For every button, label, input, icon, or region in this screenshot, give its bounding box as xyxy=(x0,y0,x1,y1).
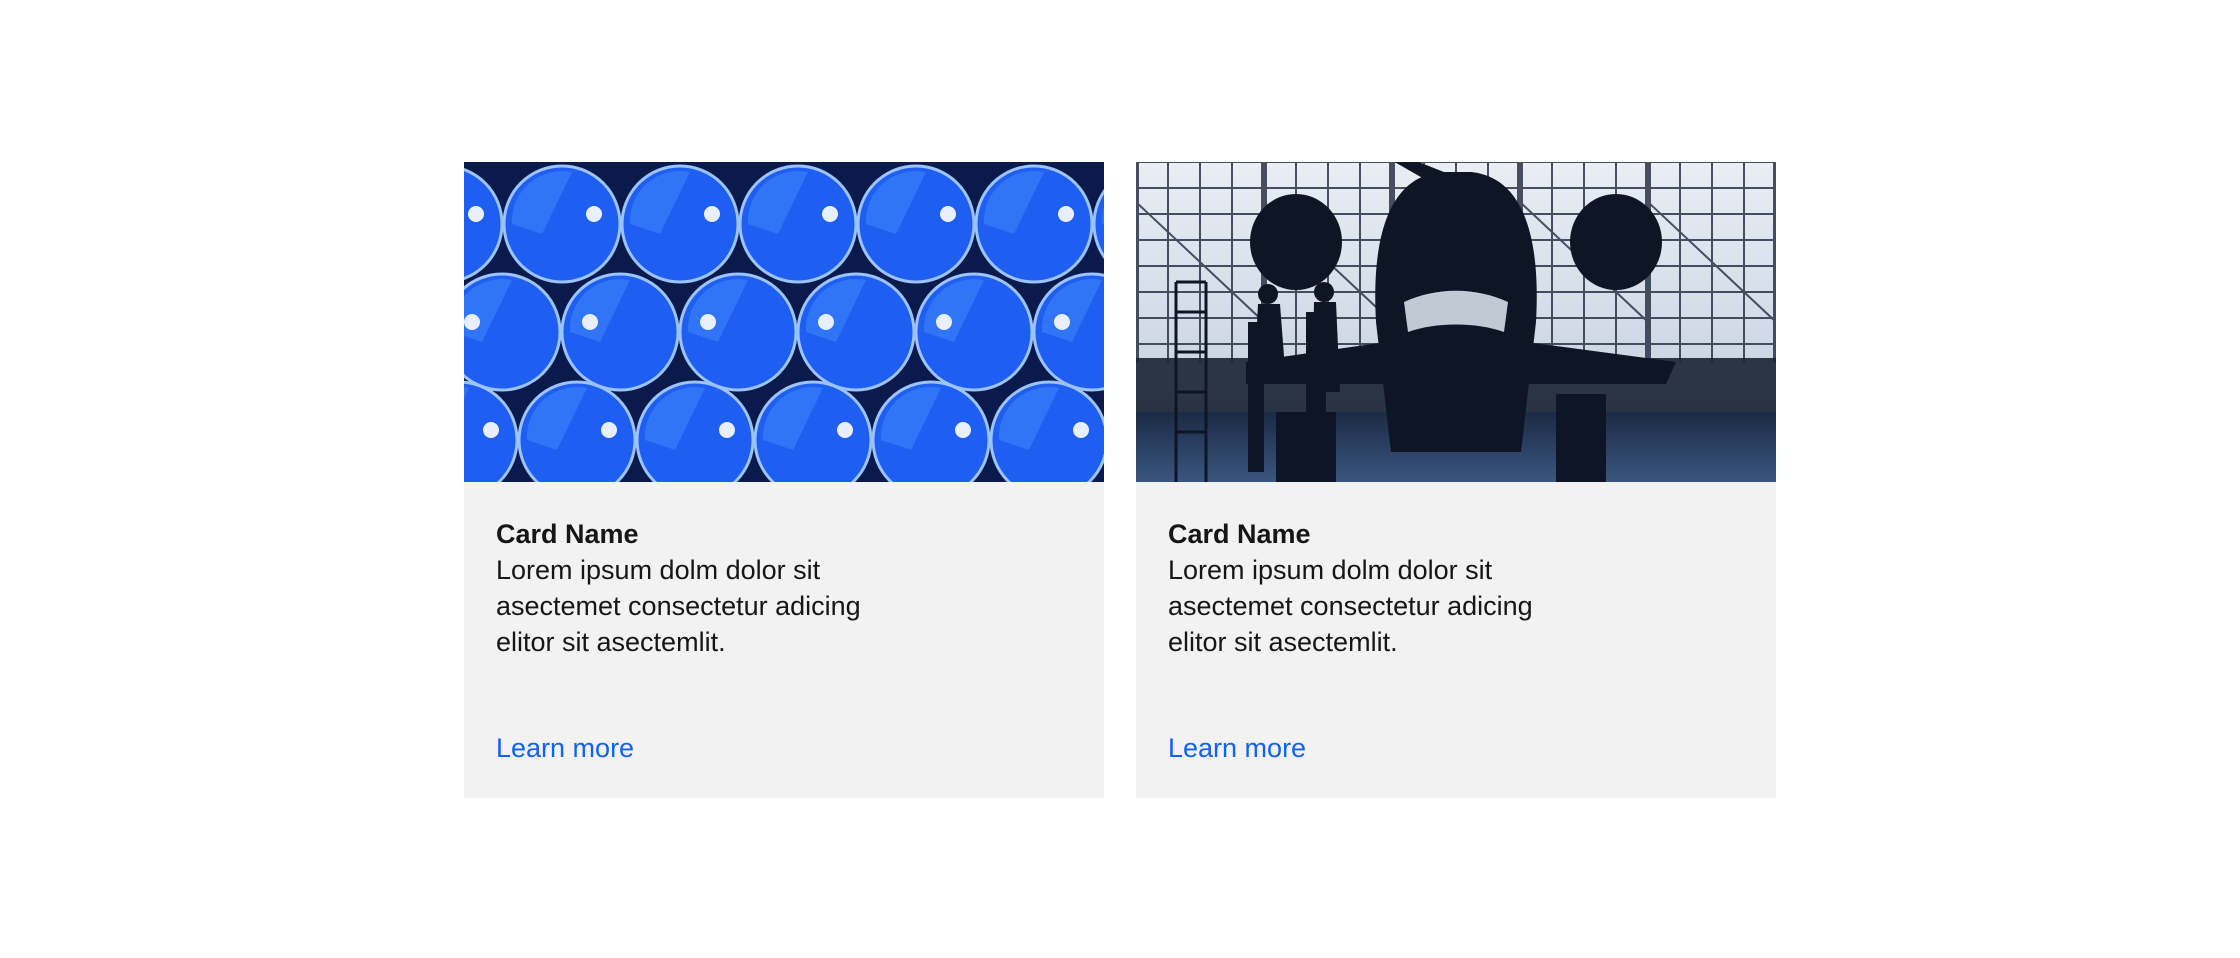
card-image xyxy=(464,162,1104,482)
card-content: Card Name Lorem ipsum dolm dolor sit ase… xyxy=(1136,482,1776,660)
learn-more-link[interactable]: Learn more xyxy=(496,730,634,766)
learn-more-link[interactable]: Learn more xyxy=(1168,730,1306,766)
card-description: Lorem ipsum dolm dolor sit asectemet con… xyxy=(496,555,861,657)
card-group: Card Name Lorem ipsum dolm dolor sit ase… xyxy=(464,162,1776,798)
card-title: Card Name xyxy=(496,519,639,549)
card-title: Card Name xyxy=(1168,519,1311,549)
card-barrels[interactable]: Card Name Lorem ipsum dolm dolor sit ase… xyxy=(464,162,1104,798)
aircraft-hangar-image xyxy=(1136,162,1776,482)
card-hangar[interactable]: Card Name Lorem ipsum dolm dolor sit ase… xyxy=(1136,162,1776,798)
card-description: Lorem ipsum dolm dolor sit asectemet con… xyxy=(1168,555,1533,657)
card-content: Card Name Lorem ipsum dolm dolor sit ase… xyxy=(464,482,1104,660)
blue-barrels-image xyxy=(464,162,1104,482)
card-image xyxy=(1136,162,1776,482)
